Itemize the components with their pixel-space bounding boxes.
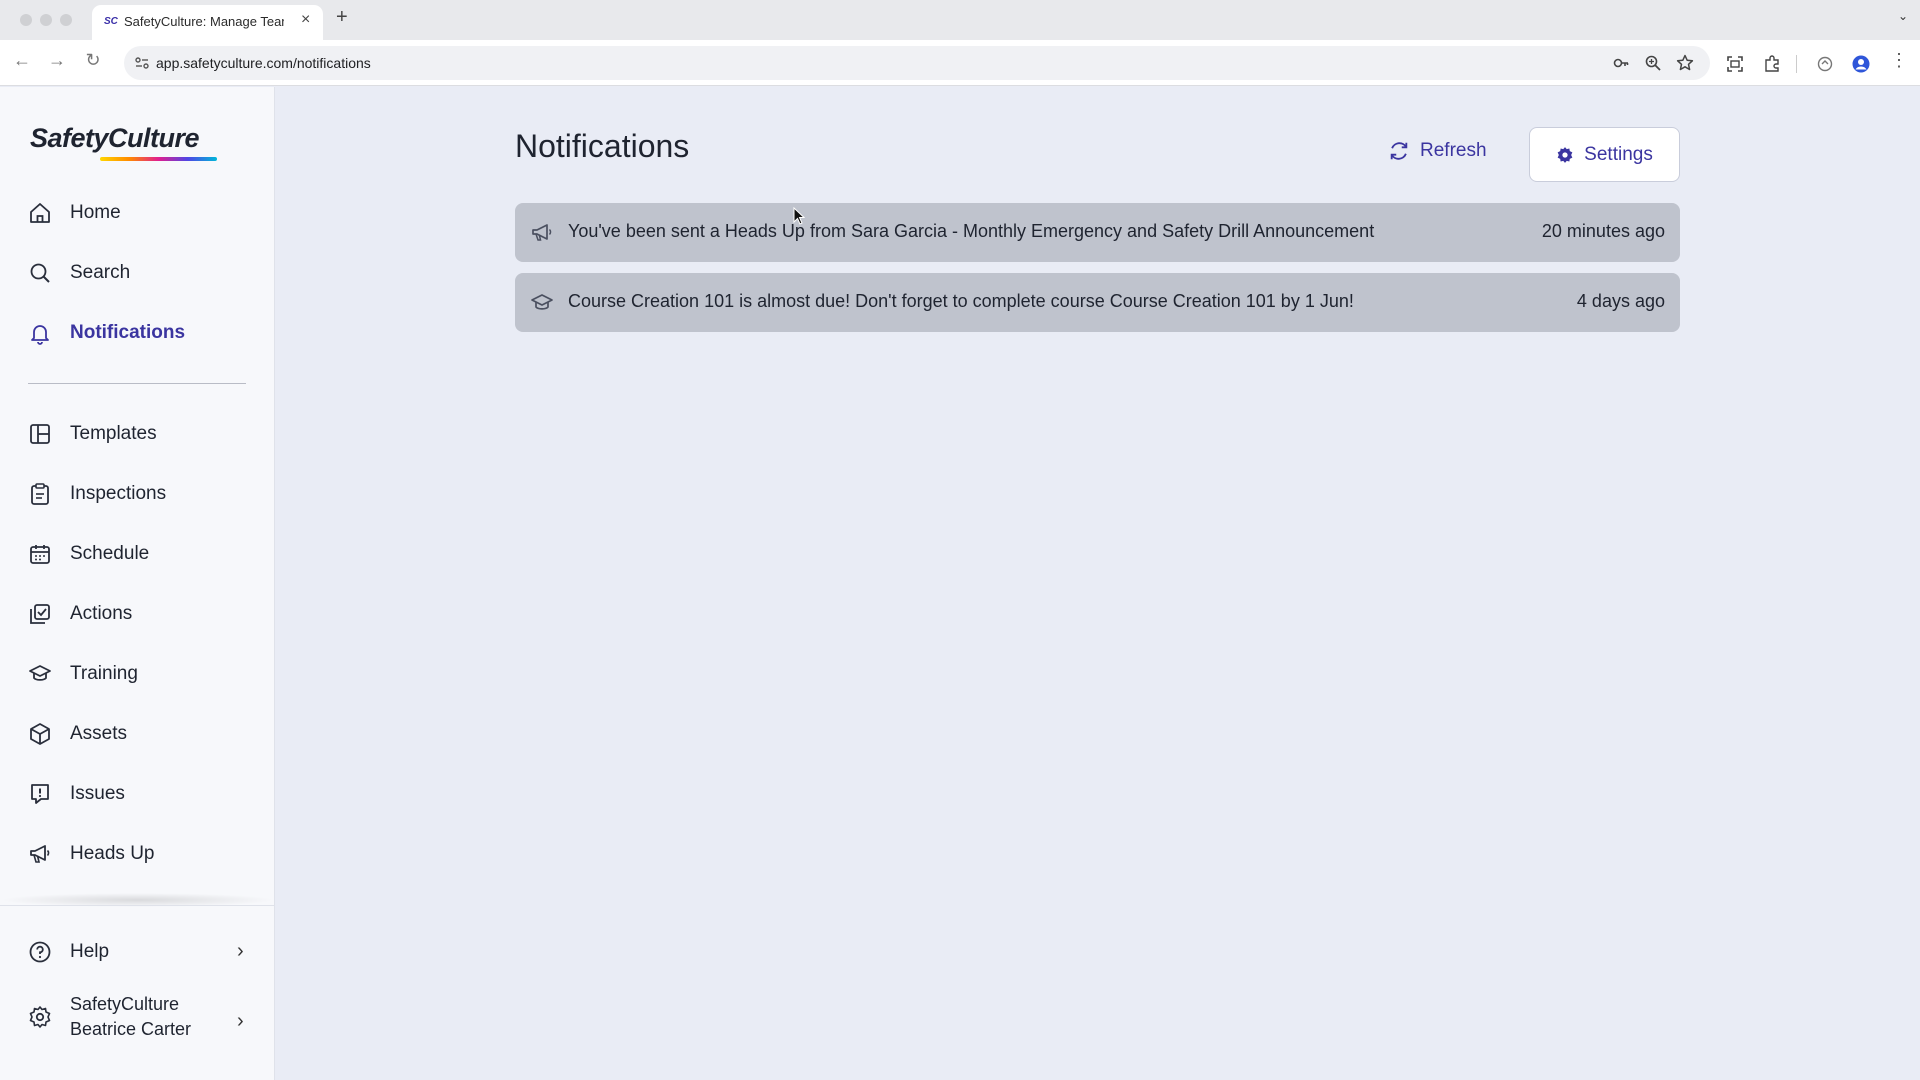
sidebar-item-label: Assets xyxy=(70,723,128,744)
sidebar-item-label: Actions xyxy=(70,603,133,624)
sidebar-item-help[interactable]: Help xyxy=(28,932,258,972)
zoom-icon[interactable] xyxy=(1644,54,1662,72)
notification-item[interactable]: Course Creation 101 is almost due! Don't… xyxy=(515,273,1680,332)
reload-icon[interactable]: ↻ xyxy=(81,50,105,71)
user-name: Beatrice Carter xyxy=(70,1019,192,1039)
sidebar-item-label: Templates xyxy=(70,423,157,444)
gear-icon xyxy=(29,1006,51,1028)
toolbar-separator xyxy=(1796,55,1797,73)
sidebar-item-schedule[interactable]: Schedule xyxy=(28,534,258,574)
sidebar-item-label: Notifications xyxy=(70,322,186,343)
sidebar-item-issues[interactable]: Issues xyxy=(28,774,258,814)
calendar-icon xyxy=(30,545,50,564)
sidebar-divider xyxy=(28,383,246,384)
sidebar-item-notifications[interactable]: Notifications xyxy=(28,313,258,353)
password-key-icon[interactable] xyxy=(1612,54,1630,72)
refresh-icon xyxy=(1390,142,1408,160)
sidebar-item-label: Schedule xyxy=(70,543,150,564)
tab-title: SafetyCulture: Manage Teams xyxy=(124,14,284,29)
org-name: SafetyCulture xyxy=(70,994,180,1014)
notification-item[interactable]: You've been sent a Heads Up from Sara Ga… xyxy=(515,203,1680,262)
sidebar-item-templates[interactable]: Templates xyxy=(28,414,258,454)
megaphone-icon xyxy=(30,845,50,863)
browser-toolbar: ← → ↻ app.safetyculture.com/notification… xyxy=(0,40,1920,86)
sidebar-item-label: Training xyxy=(70,663,138,684)
sidebar-bottom-divider xyxy=(0,905,275,906)
profile-avatar-icon[interactable] xyxy=(1852,55,1870,73)
window-minimize-control[interactable] xyxy=(40,14,52,26)
notification-time: 4 days ago xyxy=(1576,291,1665,311)
sidebar-item-label: Heads Up xyxy=(70,843,155,864)
refresh-button-label: Refresh xyxy=(1420,140,1487,161)
alert-icon xyxy=(31,784,49,804)
megaphone-icon xyxy=(532,224,552,241)
templates-icon xyxy=(30,424,50,444)
bell-icon xyxy=(31,325,49,345)
sidebar-item-heads-up[interactable]: Heads Up xyxy=(28,834,258,874)
close-icon[interactable]: × xyxy=(301,11,310,29)
sidebar-item-inspections[interactable]: Inspections xyxy=(28,474,258,514)
screen-capture-icon[interactable] xyxy=(1726,55,1744,73)
sidebar-item-label: Inspections xyxy=(70,483,167,504)
url-text: app.safetyculture.com/notifications xyxy=(156,55,371,71)
home-icon xyxy=(30,203,50,223)
new-tab-icon[interactable]: + xyxy=(336,6,348,29)
graduation-cap-icon xyxy=(531,294,553,310)
sidebar-item-label: Home xyxy=(70,202,121,223)
gear-icon xyxy=(1557,146,1573,163)
notification-text: Course Creation 101 is almost due! Don't… xyxy=(568,291,1354,311)
browser-tabstrip: SC SafetyCulture: Manage Teams × + ⌄ xyxy=(0,0,1920,40)
sidebar-item-label: Search xyxy=(70,262,131,283)
extensions-icon[interactable] xyxy=(1763,55,1781,73)
window-zoom-control[interactable] xyxy=(60,14,72,26)
notification-time: 20 minutes ago xyxy=(1541,221,1665,241)
settings-button-label: Settings xyxy=(1584,143,1653,165)
sidebar-item-training[interactable]: Training xyxy=(28,654,258,694)
sidebar-item-label: Help xyxy=(70,941,110,962)
sidebar-item-label: Issues xyxy=(70,783,125,804)
actions-icon xyxy=(30,604,50,624)
clipboard-icon xyxy=(31,483,49,505)
address-bar[interactable]: app.safetyculture.com/notifications xyxy=(124,46,1710,80)
browser-menu-icon[interactable]: ⋮ xyxy=(1890,50,1908,71)
cube-icon xyxy=(30,723,50,745)
help-icon xyxy=(29,941,51,963)
back-icon[interactable]: ← xyxy=(10,50,34,71)
sidebar-item-home[interactable]: Home xyxy=(28,193,258,233)
notification-text: You've been sent a Heads Up from Sara Ga… xyxy=(568,221,1375,241)
sidebar-item-account[interactable]: SafetyCulture Beatrice Carter xyxy=(28,987,258,1047)
chevron-right-icon[interactable]: › xyxy=(237,1010,244,1033)
page-title: Notifications xyxy=(515,128,690,164)
sidebar-item-assets[interactable]: Assets xyxy=(28,714,258,754)
window-close-control[interactable] xyxy=(20,14,32,26)
forward-icon[interactable]: → xyxy=(45,50,69,71)
safetyculture-logo[interactable]: SafetyCulture xyxy=(30,123,200,154)
browser-tab[interactable]: SC SafetyCulture: Manage Teams × xyxy=(92,5,323,40)
mouse-cursor-icon xyxy=(793,207,805,225)
refresh-button[interactable]: Refresh xyxy=(1388,140,1487,162)
logo-stripe xyxy=(100,157,217,161)
sync-icon[interactable] xyxy=(1816,55,1834,73)
sidebar-item-search[interactable]: Search xyxy=(28,253,258,293)
sidebar: SafetyCulture Home Search Notifications … xyxy=(0,87,275,1080)
favicon-icon: SC xyxy=(104,16,118,27)
tab-search-chevron-icon[interactable]: ⌄ xyxy=(1898,9,1908,23)
graduation-cap-icon xyxy=(29,665,51,681)
settings-button[interactable]: Settings xyxy=(1529,127,1680,182)
search-icon xyxy=(30,263,50,283)
sidebar-item-actions[interactable]: Actions xyxy=(28,594,258,634)
site-info-icon[interactable] xyxy=(134,55,150,71)
chevron-right-icon[interactable]: › xyxy=(237,940,244,963)
bookmark-star-icon[interactable] xyxy=(1676,54,1694,72)
